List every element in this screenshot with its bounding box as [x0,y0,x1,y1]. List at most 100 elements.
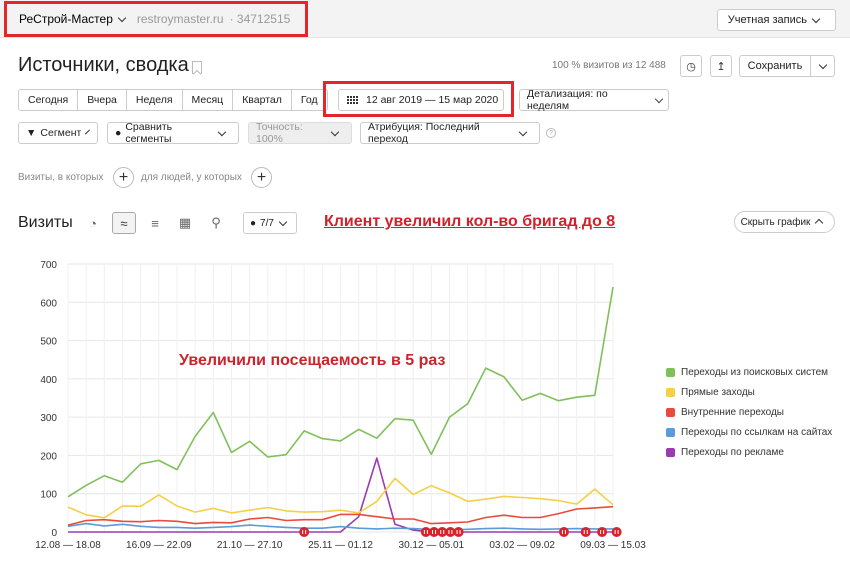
save-button[interactable]: Сохранить [739,55,811,77]
chevron-down-icon [818,60,827,69]
x-tick-label: 03.02 — 09.02 [489,540,555,551]
legend-item[interactable]: Переходы из поисковых систем [666,362,832,382]
line-chart-type-button[interactable]: ≈ [112,212,136,234]
map-chart-type-button[interactable]: ⚲ [204,212,228,234]
legend-item[interactable]: Переходы по ссылкам на сайтах [666,422,832,442]
share-icon: ↥ [716,60,726,73]
save-dropdown-button[interactable] [811,55,835,77]
area-chart-icon: ≡ [151,215,159,231]
account-label: Учетная запись [727,14,807,26]
counter-selector[interactable]: РеСтрой-Мастер restroymaster.ru · 347125… [4,1,308,37]
period-week[interactable]: Неделя [127,90,183,110]
pie-chart-type-button[interactable]: ◔ [81,212,105,234]
y-tick-label: 300 [40,413,57,424]
accuracy-label: Точность: 100% [256,121,303,145]
period-selector: Сегодня Вчера Неделя Месяц Квартал Год [18,89,328,111]
x-tick-label: 25.11 — 01.12 [308,540,373,551]
add-visit-condition-button[interactable]: + [113,167,134,188]
calendar-icon [347,96,358,104]
people-condition-label: для людей, у которых [141,172,242,183]
y-tick-label: 0 [51,528,57,539]
legend-label: Переходы по ссылкам на сайтах [681,426,833,438]
legend-checkbox[interactable] [666,387,675,397]
bookmark-icon[interactable] [192,61,202,74]
accuracy-selector: Точность: 100% [248,121,352,145]
legend-checkbox[interactable] [666,367,675,377]
chevron-down-icon [85,129,91,134]
period-year[interactable]: Год [292,90,327,110]
comment-icon: ● [250,217,257,229]
y-tick-label: 100 [40,490,57,501]
segment-label: Сегмент [40,127,82,139]
attribution-selector[interactable]: Атрибуция: Последний переход [360,121,540,145]
account-button[interactable]: Учетная запись [716,9,836,31]
segment-button[interactable]: ▼ Сегмент [18,122,98,144]
detail-label: Детализация: по неделям [527,88,608,112]
detail-selector[interactable]: Детализация: по неделям [519,88,669,112]
chevron-down-icon [654,94,664,103]
x-tick-label: 21.10 — 27.10 [217,540,283,551]
chevron-down-icon [518,127,528,136]
legend-item[interactable]: Переходы по рекламе [666,442,832,462]
visits-condition-label: Визиты, в которых [18,172,104,183]
chevron-down-icon [811,14,821,23]
period-today[interactable]: Сегодня [19,90,79,110]
x-tick-label: 30.12 — 05.01 [399,540,465,551]
y-tick-label: 600 [40,298,57,309]
page-title: Источники, сводка [18,54,189,76]
attribution-label: Атрибуция: Последний переход [368,121,480,145]
y-tick-label: 500 [40,337,57,348]
period-quarter[interactable]: Квартал [233,90,292,110]
compare-segments-button[interactable]: ● Сравнить сегменты [107,121,239,145]
event-marker [580,527,591,537]
site-name: РеСтрой-Мастер [19,12,113,26]
event-marker [453,527,464,537]
series-count: 7/7 [260,217,274,229]
line-chart-icon: ≈ [120,215,128,231]
chevron-down-icon [278,217,288,226]
y-tick-label: 200 [40,451,57,462]
date-range-text: 12 авг 2019 — 15 мар 2020 [366,94,499,106]
plus-icon: + [118,168,129,186]
legend-checkbox[interactable] [666,427,675,437]
legend-item[interactable]: Прямые заходы [666,382,832,402]
legend-label: Прямые заходы [681,386,755,398]
series-selector[interactable]: ● 7/7 [243,212,297,234]
site-url: restroymaster.ru [136,12,224,26]
y-tick-label: 700 [40,260,57,271]
chart-legend: Переходы из поисковых систем Прямые заход… [666,362,832,462]
date-range-button[interactable]: 12 авг 2019 — 15 мар 2020 [338,89,504,111]
visits-share: 100 % визитов из 12 488 [552,60,666,71]
chevron-down-icon [218,127,227,136]
help-icon[interactable]: ? [546,128,556,138]
legend-checkbox[interactable] [666,447,675,457]
legend-checkbox[interactable] [666,407,675,417]
history-button[interactable]: ◷ [680,55,702,77]
add-people-condition-button[interactable]: + [251,167,272,188]
map-pin-icon: ⚲ [211,215,221,230]
chevron-up-icon [815,218,824,227]
annotation-brigades: Клиент увеличил кол-во бригад до 8 [324,213,616,230]
bar-chart-icon: ▦ [178,215,192,230]
legend-label: Переходы из поисковых систем [681,366,829,378]
legend-item[interactable]: Внутренние переходы [666,402,832,422]
chevron-down-icon [331,127,340,136]
period-month[interactable]: Месяц [183,90,234,110]
x-tick-label: 12.08 — 18.08 [35,540,101,551]
annotation-traffic-growth: Увеличили посещаемость в 5 раз [179,352,446,369]
legend-label: Переходы по рекламе [681,446,784,458]
area-chart-type-button[interactable]: ≡ [143,212,167,234]
metric-label: Визиты [18,214,73,231]
event-marker [611,527,622,537]
legend-label: Внутренние переходы [681,406,784,418]
x-tick-label: 09.03 — 15.03 [580,540,646,551]
chevron-down-icon [117,13,127,22]
plus-icon: + [256,168,267,186]
compare-label: Сравнить сегменты [125,121,173,145]
export-button[interactable]: ↥ [710,55,732,77]
hide-chart-button[interactable]: Скрыть график [734,211,835,233]
period-yesterday[interactable]: Вчера [78,90,127,110]
bar-chart-type-button[interactable]: ▦ [173,212,197,234]
counter-id: · 34712515 [229,12,291,26]
event-marker [558,527,569,537]
